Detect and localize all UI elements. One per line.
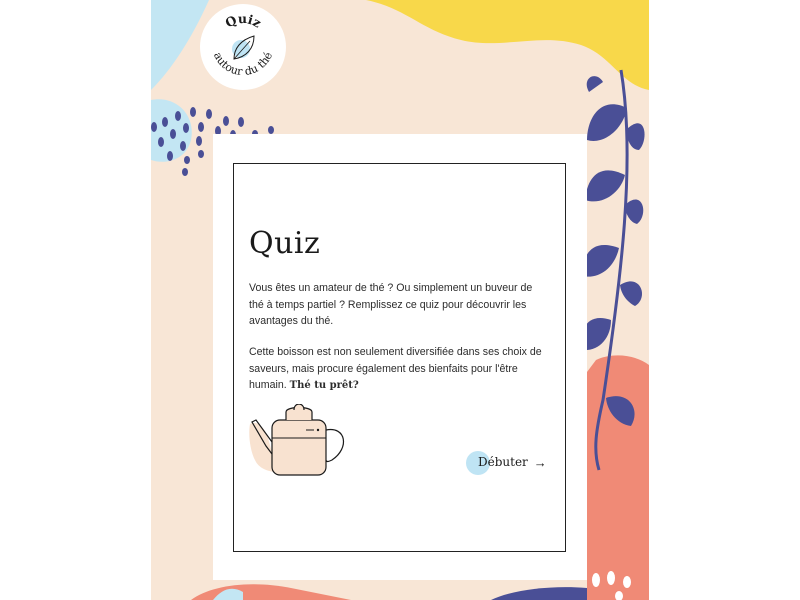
tagline-bold: Thé tu prêt? (289, 380, 359, 391)
yellow-blob (366, 0, 649, 90)
logo-text-quiz: Quiz (223, 11, 264, 31)
card-frame: Quiz Vous êtes un amateur de thé ? Ou si… (233, 163, 566, 552)
start-button[interactable]: Débuter → (466, 451, 547, 475)
coral-shape-bottom (191, 584, 351, 600)
quiz-title: Quiz (249, 226, 321, 261)
start-button-label: Débuter (478, 455, 528, 469)
quiz-screen: Quiz autour du thé Quiz Vous êtes un ama… (151, 0, 649, 600)
coral-shape (587, 355, 649, 600)
leaf-icon (232, 35, 255, 60)
logo-badge: Quiz autour du thé (211, 11, 275, 78)
brand-logo: Quiz autour du thé (200, 4, 286, 90)
navy-shape-bottom (491, 587, 587, 600)
svg-text:Quiz: Quiz (223, 11, 264, 31)
quiz-card: Quiz Vous êtes un amateur de thé ? Ou si… (213, 134, 587, 580)
description-paragraph: Cette boisson est non seulement diversif… (249, 344, 549, 395)
arrow-right-icon: → (533, 454, 547, 470)
teapot-icon (249, 404, 345, 476)
intro-paragraph: Vous êtes un amateur de thé ? Ou simplem… (249, 282, 533, 327)
